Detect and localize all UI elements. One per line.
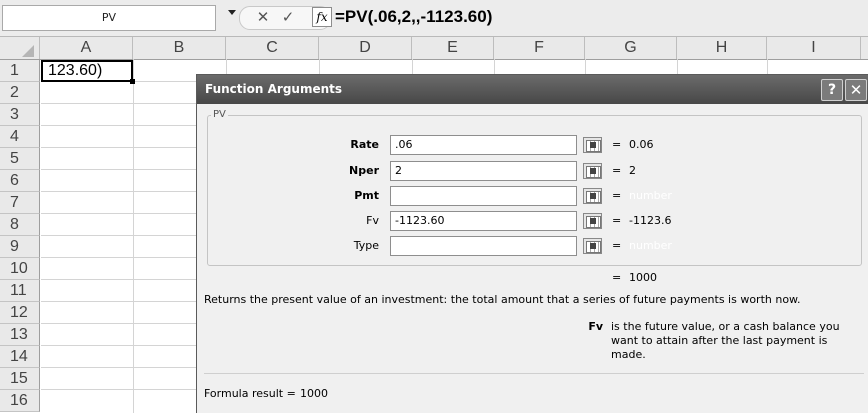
formula-bar: PV ✕ ✓ fx =PV(.06,2,,-1123.60) xyxy=(0,0,868,37)
arg-label-pmt: Pmt xyxy=(354,189,379,202)
select-all-icon xyxy=(22,45,34,57)
row-header-6[interactable]: 6 xyxy=(0,170,40,192)
collapse-dialog-icon[interactable] xyxy=(583,163,602,179)
arg-label-rate: Rate xyxy=(350,138,379,151)
cell-a1[interactable]: 123.60) xyxy=(41,60,133,82)
row-header-10[interactable]: 10 xyxy=(0,258,40,280)
divider xyxy=(204,373,864,374)
column-header-i[interactable]: I xyxy=(767,37,861,59)
arg-result-type: number xyxy=(629,239,672,252)
row-header-3[interactable]: 3 xyxy=(0,104,40,126)
name-box-dropdown-icon[interactable] xyxy=(228,10,236,15)
row-header-11[interactable]: 11 xyxy=(0,280,40,302)
arg-result-fv: -1123.6 xyxy=(629,214,672,227)
column-header-h[interactable]: H xyxy=(677,37,767,59)
column-header-c[interactable]: C xyxy=(226,37,319,59)
column-header-bar: A B C D E F G H I xyxy=(0,37,868,60)
row-header-15[interactable]: 15 xyxy=(0,368,40,390)
collapse-dialog-icon[interactable] xyxy=(583,137,602,153)
arg-equals: = xyxy=(612,138,622,151)
row-header-8[interactable]: 8 xyxy=(0,214,40,236)
argument-help-name: Fv xyxy=(588,320,603,333)
checkmark-icon[interactable]: ✓ xyxy=(280,8,296,26)
arg-equals: = xyxy=(612,164,622,177)
row-header-2[interactable]: 2 xyxy=(0,82,40,104)
pmt-input[interactable] xyxy=(390,186,577,206)
column-header-b[interactable]: B xyxy=(133,37,226,59)
formula-result-value: 1000 xyxy=(300,387,328,400)
nper-input[interactable]: 2 xyxy=(390,161,577,181)
formula-input[interactable]: =PV(.06,2,,-1123.60) xyxy=(335,5,492,29)
fv-input[interactable]: -1123.60 xyxy=(390,211,577,231)
type-input[interactable] xyxy=(390,236,577,256)
column-header-f[interactable]: F xyxy=(494,37,585,59)
function-result-value: 1000 xyxy=(629,271,657,284)
arg-result-nper: 2 xyxy=(629,164,636,177)
arg-result-rate: 0.06 xyxy=(629,138,654,151)
collapse-dialog-icon[interactable] xyxy=(583,238,602,254)
row-header-5[interactable]: 5 xyxy=(0,148,40,170)
help-button[interactable]: ? xyxy=(821,79,843,101)
column-header-a[interactable]: A xyxy=(40,37,133,59)
row-header-13[interactable]: 13 xyxy=(0,324,40,346)
name-box[interactable]: PV xyxy=(2,5,216,31)
collapse-dialog-icon[interactable] xyxy=(583,188,602,204)
fx-icon[interactable]: fx xyxy=(312,7,332,27)
fill-handle[interactable] xyxy=(130,79,135,84)
row-header-9[interactable]: 9 xyxy=(0,236,40,258)
select-all-button[interactable] xyxy=(0,37,40,59)
function-description: Returns the present value of an investme… xyxy=(204,293,801,306)
arg-equals: = xyxy=(612,214,622,227)
arg-label-type: Type xyxy=(353,239,379,252)
arg-label-fv: Fv xyxy=(366,214,379,227)
gridline xyxy=(133,59,134,413)
cancel-x-icon[interactable]: ✕ xyxy=(256,8,270,26)
column-header-e[interactable]: E xyxy=(412,37,494,59)
dialog-title: Function Arguments xyxy=(205,82,343,96)
column-header-d[interactable]: D xyxy=(319,37,412,59)
arg-result-pmt: number xyxy=(629,189,672,202)
row-header-7[interactable]: 7 xyxy=(0,192,40,214)
group-label: PV xyxy=(211,109,228,121)
row-header-16[interactable]: 16 xyxy=(0,390,40,412)
close-button[interactable]: ✕ xyxy=(845,79,867,101)
row-header-12[interactable]: 12 xyxy=(0,302,40,324)
arg-equals: = xyxy=(612,189,622,202)
arg-label-nper: Nper xyxy=(349,164,379,177)
arg-equals: = xyxy=(612,239,622,252)
rate-input[interactable]: .06 xyxy=(390,135,577,155)
row-header-1[interactable]: 1 xyxy=(0,60,40,82)
row-header-14[interactable]: 14 xyxy=(0,346,40,368)
row-header-4[interactable]: 4 xyxy=(0,126,40,148)
function-result-equals: = xyxy=(612,271,622,284)
collapse-dialog-icon[interactable] xyxy=(583,213,602,229)
column-header-g[interactable]: G xyxy=(585,37,677,59)
argument-help-text: is the future value, or a cash balance y… xyxy=(611,320,840,361)
formula-result-label: Formula result = xyxy=(204,387,296,400)
function-arguments-dialog: Function Arguments ? ✕ PV Rate .06 = 0.0… xyxy=(196,74,868,413)
dialog-title-bar[interactable]: Function Arguments ? ✕ xyxy=(197,75,868,104)
